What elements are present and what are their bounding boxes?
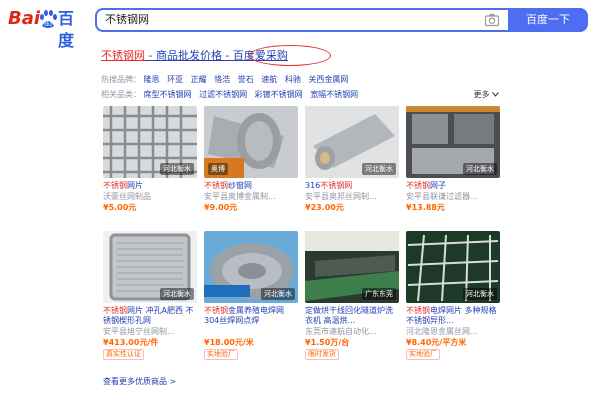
product-title-keyword: 不锈钢 — [204, 306, 228, 315]
product-title-keyword: 不锈钢 — [103, 306, 127, 315]
product-title-keyword: 不锈钢 — [204, 181, 228, 190]
product-image[interactable]: 广东东莞 — [305, 231, 399, 303]
hot-brand-tag[interactable]: 环亚 — [167, 75, 183, 84]
product-title[interactable]: 不锈钢金属养殖电焊网304丝焊网点焊 — [204, 306, 298, 326]
fast-delivery-badge: 限时发货 — [305, 349, 339, 360]
svg-text:du: du — [44, 21, 52, 28]
product-price: ¥13.88元 — [406, 203, 445, 212]
hot-brand-tag[interactable]: 科驰 — [285, 75, 301, 84]
camera-icon[interactable] — [484, 12, 500, 28]
hot-brand-tag[interactable]: 关西金属网 — [308, 75, 348, 84]
product-title[interactable]: 不锈钢网子 — [406, 181, 446, 191]
product-title-text: 纱窗网 — [228, 181, 252, 190]
paw-icon: du — [40, 10, 57, 28]
related-category-tag[interactable]: 宽幅不锈钢网 — [310, 90, 358, 99]
product-price: ¥413.00元/件 — [103, 338, 159, 347]
product-image[interactable]: 奥博 — [204, 106, 298, 178]
hot-brand-tag[interactable]: 恪浩 — [214, 75, 230, 84]
location-watermark: 河北衡水 — [463, 288, 497, 300]
product-image[interactable]: 河北衡水 — [204, 231, 298, 303]
shop-name[interactable]: 沃豪丝网制品 — [103, 192, 197, 202]
related-categories-label: 相关品类： — [101, 90, 141, 99]
logo-text-du: 百度 — [58, 9, 75, 50]
product-price: ¥8.40元/平方米 — [406, 338, 467, 347]
shop-name[interactable]: 安平县旭宁丝网制... — [103, 327, 197, 337]
product-image[interactable]: 河北衡水 — [406, 231, 500, 303]
product-image[interactable]: 河北衡水 — [305, 106, 399, 178]
product-price: ¥9.00元 — [204, 203, 238, 212]
highlight-circle — [249, 45, 331, 66]
shop-name[interactable]: 东莞市速航自动化... — [305, 327, 399, 337]
product-title[interactable]: 不锈钢电焊网片 多种规格 不锈钢异形... — [406, 306, 500, 326]
product-title[interactable]: 不锈钢网片 冲孔A肥西 不锈钢楔形孔网 — [103, 306, 197, 326]
product-image[interactable]: 河北衡水 — [103, 106, 197, 178]
brand-watermark: 奥博 — [208, 163, 228, 175]
hot-brands-row: 热搜品牌： 隆恩 环亚 正耀 恪浩 誉石 速航 科驰 关西金属网 — [101, 74, 353, 86]
product-title-keyword: 不锈钢 — [103, 181, 127, 190]
certified-badge: 真实性认证 — [103, 349, 144, 360]
related-category-tag[interactable]: 彩镀不锈钢网 — [255, 90, 303, 99]
product-image[interactable]: 河北衡水 — [103, 231, 197, 303]
hot-brand-tag[interactable]: 正耀 — [191, 75, 207, 84]
search-input[interactable] — [105, 10, 465, 30]
product-title-keyword: 不锈钢 — [406, 181, 430, 190]
location-watermark: 河北衡水 — [261, 288, 295, 300]
hot-brands-label: 热搜品牌： — [101, 75, 141, 84]
related-category-tag[interactable]: 过滤不锈钢网 — [199, 90, 247, 99]
location-watermark: 河北衡水 — [362, 163, 396, 175]
product-title-prefix: 316 — [305, 181, 321, 190]
logo-text-bai: Bai — [8, 8, 41, 29]
baidu-logo[interactable]: Bai du 百度 — [8, 8, 88, 50]
product-image[interactable]: 河北衡水 — [406, 106, 500, 178]
product-title-text: 网片 — [127, 181, 143, 190]
shop-name[interactable]: 河北隆恩金属丝网... — [406, 327, 500, 337]
search-box[interactable] — [95, 8, 508, 32]
product-price: ¥23.00元 — [305, 203, 344, 212]
location-watermark: 河北衡水 — [160, 288, 194, 300]
product-title[interactable]: 不锈钢纱窗网 — [204, 181, 252, 191]
location-watermark: 广东东莞 — [362, 288, 396, 300]
result-card: 不锈钢网 - 商品批发价格 - 百度爱采购 热搜品牌： 隆恩 环亚 正耀 恪浩 … — [93, 42, 509, 396]
product-price: ¥5.00元 — [103, 203, 137, 212]
more-label: 更多 — [473, 90, 490, 99]
location-watermark: 河北衡水 — [160, 163, 194, 175]
search-button[interactable]: 百度一下 — [508, 8, 588, 32]
product-title-keyword: 不锈钢网 — [320, 181, 353, 190]
product-title-keyword: 不锈钢 — [406, 306, 430, 315]
shop-name[interactable]: 安平县联谦过滤器... — [406, 192, 500, 202]
shop-name[interactable]: 安平县奥博金属制... — [204, 192, 298, 202]
product-title[interactable]: 定做烘干线回化隧道炉洗衣机 高温烘... — [305, 306, 399, 326]
location-watermark: 河北衡水 — [463, 163, 497, 175]
product-title[interactable]: 不锈钢网片 — [103, 181, 143, 191]
hot-brand-tag[interactable]: 誉石 — [238, 75, 254, 84]
hot-brand-tag[interactable]: 隆恩 — [144, 75, 160, 84]
related-categories-row: 相关品类： 席型不锈钢网 过滤不锈钢网 彩镀不锈钢网 宽幅不锈钢网 — [101, 89, 363, 101]
result-title-keyword[interactable]: 不锈钢网 — [101, 49, 145, 62]
product-title[interactable]: 316不锈钢网 — [305, 181, 352, 191]
verified-factory-badge: 实地验厂 — [406, 349, 440, 360]
product-title-prefix: 定做 — [305, 306, 321, 315]
related-category-tag[interactable]: 席型不锈钢网 — [144, 90, 192, 99]
shop-name[interactable]: 安平县奥邦丝网制... — [305, 192, 399, 202]
more-button[interactable]: 更多 — [473, 89, 499, 100]
product-price: ¥1.50万/台 — [305, 338, 350, 347]
product-title-text: 网子 — [430, 181, 446, 190]
see-more-link[interactable]: 查看更多优质商品 > — [103, 376, 176, 387]
hot-brand-tag[interactable]: 速航 — [261, 75, 277, 84]
verified-factory-badge: 实地验厂 — [204, 349, 238, 360]
chevron-down-icon — [492, 92, 499, 97]
product-price: ¥18.00元/米 — [204, 338, 254, 347]
